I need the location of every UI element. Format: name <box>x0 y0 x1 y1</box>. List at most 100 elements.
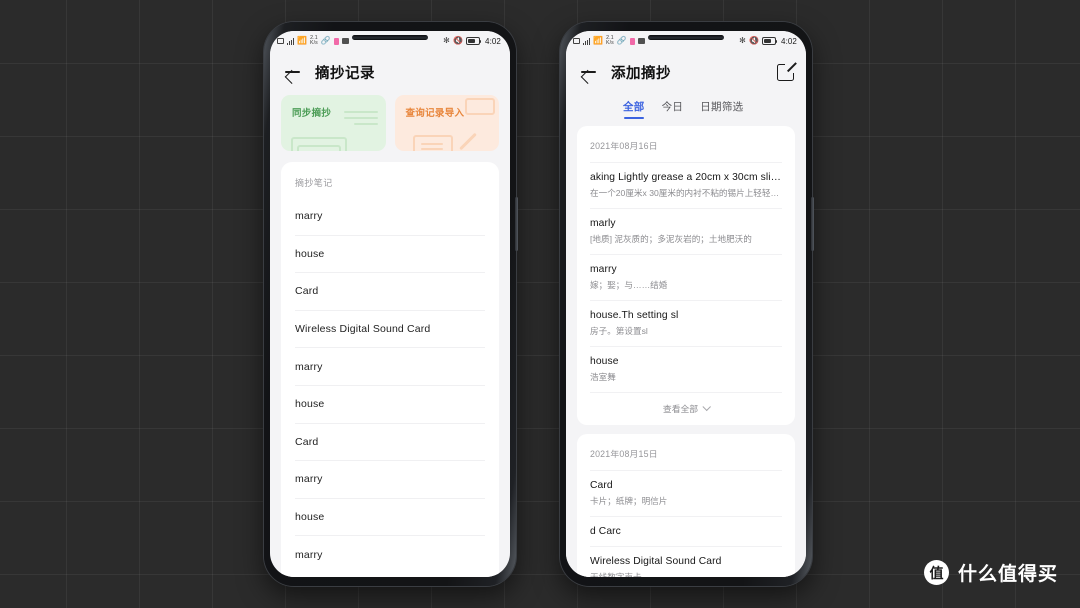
list-item[interactable]: Wireless Digital Sound Card <box>295 311 485 349</box>
view-all-label: 查看全部 <box>662 404 699 414</box>
entry-gloss: 浩室舞 <box>590 372 616 382</box>
date-card: 2021年08月16日 aking Lightly grease a 20cm x… <box>577 126 795 425</box>
excerpt-entry[interactable]: aking Lightly grease a 20cm x 30cm slic…… <box>590 162 782 208</box>
screenshot-stage: 📶 2.1 K/s 🔗 ✻ 🔇 4:02 摘抄记录 同步摘抄 查询记录导入 摘抄… <box>0 0 1080 608</box>
sim-icon <box>573 38 580 44</box>
entry-term: marry <box>590 264 617 275</box>
banner-deco <box>297 145 341 151</box>
network-speed-icon: 2.1 K/s <box>606 34 614 46</box>
tab-2[interactable]: 日期筛选 <box>700 99 743 119</box>
battery-icon <box>762 37 778 45</box>
app-header-right: 添加摘抄 <box>566 51 806 93</box>
mute-icon: 🔇 <box>748 36 760 45</box>
entry-gloss: 卡片；纸牌；明信片 <box>590 496 668 506</box>
excerpt-entry[interactable]: Wireless Digital Sound Card 无线数字声卡 <box>590 546 782 577</box>
banner-import-records[interactable]: 查询记录导入 <box>394 95 499 151</box>
entry-term: house <box>590 356 619 367</box>
filter-tabs: 全部 今日 日期筛选 <box>566 93 806 119</box>
mute-icon: 🔇 <box>452 36 464 45</box>
list-item[interactable]: marry <box>295 536 485 574</box>
entry-gloss: 无线数字声卡 <box>590 572 642 577</box>
status-bar-right: 📶 2.1 K/s 🔗 ✻ 🔇 4:02 <box>566 31 806 51</box>
phone-screen-left: 📶 2.1 K/s 🔗 ✻ 🔇 4:02 摘抄记录 同步摘抄 查询记录导入 摘抄… <box>270 31 510 577</box>
link-icon: 🔗 <box>616 36 627 45</box>
wifi-icon: 📶 <box>296 36 308 45</box>
list-item[interactable]: house <box>295 236 485 274</box>
entry-term: marly <box>590 218 616 229</box>
signal-bars-icon <box>287 37 294 45</box>
compose-icon[interactable] <box>777 63 794 81</box>
tab-0[interactable]: 全部 <box>623 99 645 119</box>
list-item[interactable]: marry <box>295 198 485 236</box>
banner-row: 同步摘抄 查询记录导入 <box>270 93 510 162</box>
excerpt-entry[interactable]: d Carc <box>590 516 782 546</box>
tab-1[interactable]: 今日 <box>662 99 684 119</box>
list-item[interactable]: house <box>295 499 485 537</box>
entry-term: Card <box>590 480 613 491</box>
network-speed-icon: 2.1 K/s <box>310 34 318 46</box>
earpiece-speaker-left <box>352 35 428 40</box>
notification-icon <box>333 37 339 45</box>
list-section-title: 摘抄笔记 <box>295 178 333 188</box>
entry-term: d Carc <box>590 526 621 537</box>
excerpt-entry[interactable]: house.Th setting sl 房子。第设置sl <box>590 300 782 346</box>
phone-device-right: 📶 2.1 K/s 🔗 ✻ 🔇 4:02 添加摘抄 全部 今日 日期筛选 202… <box>560 22 814 586</box>
entry-gloss: 在一个20厘米x 30厘米的内衬不粘的锡片上轻轻… <box>590 188 780 198</box>
banner-label: 同步摘抄 <box>292 108 332 119</box>
date-label: 2021年08月15日 <box>590 449 658 459</box>
banner-deco <box>420 148 443 150</box>
app-header-left: 摘抄记录 <box>270 51 510 93</box>
list-item[interactable]: house <box>295 386 485 424</box>
list-item[interactable]: marry <box>295 348 485 386</box>
banner-deco <box>353 123 378 125</box>
bluetooth-icon: ✻ <box>443 36 450 45</box>
banner-deco <box>420 143 443 145</box>
entry-gloss: [地质] 泥灰质的；多泥灰岩的；土地肥沃的 <box>590 234 752 244</box>
chevron-down-icon <box>702 402 712 412</box>
view-all-button[interactable]: 查看全部 <box>590 392 782 425</box>
entry-gloss: 房子。第设置sl <box>590 326 648 336</box>
status-bar-clock: 4:02 <box>781 36 797 46</box>
excerpt-entry[interactable]: Card 卡片；纸牌；明信片 <box>590 470 782 516</box>
excerpt-list: marry house Card Wireless Digital Sound Car… <box>295 198 485 574</box>
date-card: 2021年08月15日 Card 卡片；纸牌；明信片 d Carc Wireless D… <box>577 434 795 577</box>
list-item[interactable]: marry <box>295 461 485 499</box>
page-title-right: 添加摘抄 <box>611 65 671 82</box>
sim-icon <box>277 38 284 44</box>
notification-icon <box>629 37 635 45</box>
excerpt-feed: 2021年08月16日 aking Lightly grease a 20cm x… <box>566 119 806 577</box>
signal-bars-icon <box>583 37 590 45</box>
status-bar-clock: 4:02 <box>485 36 501 46</box>
battery-icon <box>466 37 482 45</box>
entry-term: house.Th setting sl <box>590 310 679 321</box>
entry-term: Wireless Digital Sound Card <box>590 556 722 567</box>
banner-sync-excerpt[interactable]: 同步摘抄 <box>281 95 386 151</box>
earpiece-speaker-right <box>648 35 724 40</box>
wifi-icon: 📶 <box>592 36 604 45</box>
excerpt-entry[interactable]: marry 嫁；娶；与……结婚 <box>590 254 782 300</box>
banner-deco <box>458 132 477 151</box>
bluetooth-icon: ✻ <box>739 36 746 45</box>
date-label: 2021年08月16日 <box>590 141 658 151</box>
link-icon: 🔗 <box>320 36 331 45</box>
phone-screen-right: 📶 2.1 K/s 🔗 ✻ 🔇 4:02 添加摘抄 全部 今日 日期筛选 202… <box>566 31 806 577</box>
app-icon <box>637 38 645 44</box>
entry-term: aking Lightly grease a 20cm x 30cm slic… <box>590 172 782 183</box>
entry-gloss: 嫁；娶；与……结婚 <box>590 280 668 290</box>
excerpt-entry[interactable]: marly [地质] 泥灰质的；多泥灰岩的；土地肥沃的 <box>590 208 782 254</box>
app-icon <box>341 38 349 44</box>
watermark-text: 什么值得买 <box>957 564 1058 585</box>
power-button-left[interactable] <box>515 197 518 251</box>
watermark: 值 什么值得买 <box>923 559 1058 586</box>
page-title-left: 摘抄记录 <box>315 65 375 82</box>
banner-label: 查询记录导入 <box>405 108 465 119</box>
back-arrow-icon[interactable] <box>282 62 302 82</box>
power-button-right[interactable] <box>811 197 814 251</box>
list-item[interactable]: Card <box>295 424 485 462</box>
watermark-logo: 值 <box>923 560 949 585</box>
phone-device-left: 📶 2.1 K/s 🔗 ✻ 🔇 4:02 摘抄记录 同步摘抄 查询记录导入 摘抄… <box>264 22 518 586</box>
excerpt-list-card: 摘抄笔记 marry house Card Wireless Digital Soun… <box>281 162 499 577</box>
list-item[interactable]: Card <box>295 273 485 311</box>
excerpt-entry[interactable]: house 浩室舞 <box>590 346 782 392</box>
back-arrow-icon[interactable] <box>578 62 598 82</box>
